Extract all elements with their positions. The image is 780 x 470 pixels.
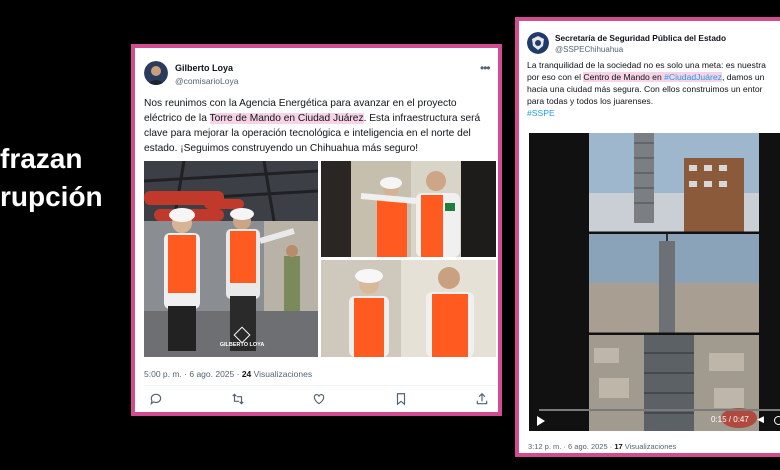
highlighted-phrase: Centro de Mando en bbox=[583, 72, 662, 82]
tweet-card-gilberto-loya[interactable]: Gilberto Loya @comisarioLoya ••• Nos reu… bbox=[131, 44, 502, 416]
views-label: Visualizaciones bbox=[251, 369, 313, 379]
tweet-text: Nos reunimos con la Agencia Energética p… bbox=[144, 96, 496, 156]
author-handle[interactable]: @comisarioLoya bbox=[175, 76, 238, 86]
tweet-text: La tranquilidad de la sociedad no es sol… bbox=[527, 59, 780, 119]
tweet-text-line: por eso con el Centro de Mando en #Ciuda… bbox=[527, 71, 780, 83]
author-name[interactable]: Secretaría de Seguridad Pública del Esta… bbox=[555, 33, 726, 43]
avatar[interactable] bbox=[144, 61, 168, 85]
tweet-actions bbox=[149, 392, 489, 406]
tweet-timestamp[interactable]: 5:00 p. m. · 6 ago. 2025 · 24 Visualizac… bbox=[144, 369, 312, 379]
tweet-text-part: , damos un bbox=[721, 72, 765, 82]
tweet-card-sspe[interactable]: Secretaría de Seguridad Pública del Esta… bbox=[515, 17, 780, 457]
highlighted-text: Centro de Mando en #CiudadJuárez bbox=[583, 72, 722, 82]
tweet-text-line: hacia una ciudad más segura. Con ellos c… bbox=[527, 84, 763, 94]
play-icon[interactable] bbox=[537, 416, 545, 426]
author-handle[interactable]: @SSPEChihuahua bbox=[555, 45, 623, 54]
tweet-text-part: por eso con el bbox=[527, 72, 584, 82]
headline-line-1: frazan bbox=[0, 143, 83, 174]
views-count: 24 bbox=[241, 369, 252, 379]
tweet-timestamp[interactable]: 3:12 p. m. · 6 ago. 2025 · 17 Visualizac… bbox=[528, 442, 676, 451]
video-frame-tower bbox=[589, 133, 759, 431]
headline-line-2: rupción bbox=[0, 181, 103, 212]
highlighted-text: Torre de Mando en Ciudad Juárez bbox=[209, 113, 364, 124]
hashtag-ciudadjuarez[interactable]: #CiudadJuárez bbox=[664, 72, 722, 82]
headline: frazan rupción bbox=[0, 140, 103, 216]
views-count: 17 bbox=[614, 442, 623, 451]
photo-engineers-site[interactable] bbox=[144, 161, 318, 357]
divider bbox=[144, 385, 496, 386]
tweet-text-line: para todas y todos los juarenses. bbox=[527, 96, 654, 106]
video-progress-bar[interactable] bbox=[539, 409, 780, 411]
volume-icon[interactable]: ◀︎ bbox=[757, 414, 764, 425]
timestamp-text[interactable]: 5:00 p. m. · 6 ago. 2025 · bbox=[144, 369, 242, 379]
photo-two-engineers[interactable] bbox=[321, 260, 496, 357]
watermark-logo: GILBERTO LOYA bbox=[217, 326, 267, 348]
video-player[interactable]: 0:15 / 0:47 ◀︎ bbox=[529, 133, 780, 431]
avatar[interactable] bbox=[527, 32, 549, 54]
tweet-text-line: La tranquilidad de la sociedad no es sol… bbox=[527, 60, 766, 70]
views-label: Visualizaciones bbox=[622, 442, 677, 451]
like-icon[interactable] bbox=[312, 392, 326, 406]
bookmark-icon[interactable] bbox=[394, 392, 408, 406]
author-name[interactable]: Gilberto Loya bbox=[175, 63, 233, 73]
video-time: 0:15 / 0:47 bbox=[711, 415, 749, 424]
retweet-icon[interactable] bbox=[231, 392, 245, 406]
hashtag-sspe[interactable]: #SSPE bbox=[527, 107, 780, 119]
reply-icon[interactable] bbox=[149, 392, 163, 406]
share-icon[interactable] bbox=[475, 392, 489, 406]
timestamp-text[interactable]: 3:12 p. m. · 6 ago. 2025 · bbox=[528, 442, 614, 451]
settings-icon[interactable] bbox=[774, 416, 780, 425]
photo-meeting-pointing[interactable] bbox=[321, 161, 496, 257]
more-options-icon[interactable]: ••• bbox=[480, 61, 491, 75]
